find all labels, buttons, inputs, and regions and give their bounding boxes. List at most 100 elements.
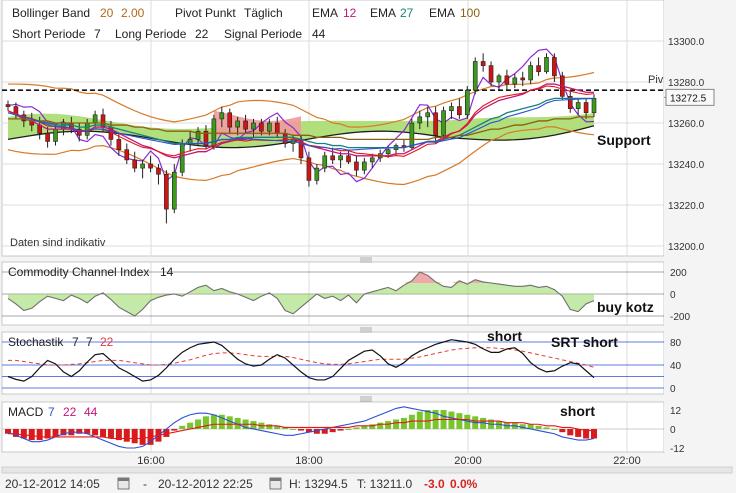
legend-long-value: 22 xyxy=(195,27,209,41)
macd-histogram-bar xyxy=(377,422,384,429)
candle-body xyxy=(219,112,225,120)
stoch-tick-label: 40 xyxy=(670,361,682,372)
indicative-note: Daten sind indikativ xyxy=(10,237,106,249)
candle-body xyxy=(480,61,486,66)
candle-body xyxy=(259,122,264,132)
candle-body xyxy=(544,57,549,73)
macd-histogram-bar xyxy=(400,417,407,429)
cci-tick-label: -200 xyxy=(670,312,690,323)
panel-resize-handle[interactable] xyxy=(360,396,372,402)
candle-body xyxy=(282,132,288,144)
candle-body xyxy=(251,122,256,130)
candle-body xyxy=(409,122,415,148)
stoch-panel-p2: 7 xyxy=(86,335,93,349)
candle-body xyxy=(536,65,541,73)
candle-body xyxy=(346,155,351,163)
macd-histogram-bar xyxy=(171,429,178,431)
macd-tick-label: 0 xyxy=(670,425,676,436)
candle-body xyxy=(488,65,494,83)
candle-body xyxy=(552,57,557,77)
candle-body xyxy=(441,110,446,136)
candle-body xyxy=(591,98,597,114)
legend-signal-label: Signal Periode xyxy=(224,27,302,41)
candle-body xyxy=(512,77,518,85)
macd-histogram-bar xyxy=(139,429,146,445)
candle-body xyxy=(314,167,320,181)
cci-panel-param: 14 xyxy=(160,265,174,279)
legend-ema27-value: 27 xyxy=(400,6,414,20)
candle-body xyxy=(61,122,66,130)
candle-body xyxy=(124,149,130,161)
last-price-label: 13272.5 xyxy=(670,93,707,104)
candle-body xyxy=(179,143,185,173)
candle-body xyxy=(472,61,478,91)
calendar-header xyxy=(270,478,281,481)
stoch-tick-label: 80 xyxy=(670,338,682,349)
calendar-to-icon[interactable] xyxy=(269,477,282,490)
macd-histogram-bar xyxy=(266,424,273,429)
time-scrollbar[interactable] xyxy=(1,466,733,474)
macd-panel-p2: 22 xyxy=(63,405,77,419)
candle-body xyxy=(338,155,343,161)
time-tick-label: 20:00 xyxy=(454,455,482,467)
short-annotation-macd: short xyxy=(560,403,595,419)
legend-ema100-value: 100 xyxy=(460,6,480,20)
macd-tick-label: 12 xyxy=(670,406,682,417)
candle-body xyxy=(575,102,581,109)
macd-histogram-bar xyxy=(424,410,431,429)
candle-body xyxy=(227,112,233,128)
macd-panel-title: MACD xyxy=(8,405,44,419)
calendar-from-icon[interactable] xyxy=(117,477,130,490)
footer-high: H: 13294.5 xyxy=(289,477,348,491)
legend-short-value: 7 xyxy=(94,27,101,41)
time-tick-label: 16:00 xyxy=(137,455,165,467)
macd-tick-label: -12 xyxy=(670,444,685,455)
candle-body xyxy=(322,155,328,169)
footer-change-pct: 0.0% xyxy=(450,477,478,491)
candle-body xyxy=(267,122,272,132)
candle-body xyxy=(520,77,526,81)
candle-body xyxy=(385,149,391,155)
price-tick-label: 13300.0 xyxy=(668,37,705,48)
chart-window: 16:00 18:00 20:00 22:00 13300.0 13280.0 13260.… xyxy=(0,0,736,493)
candle-body xyxy=(425,112,431,118)
macd-panel-p1: 7 xyxy=(48,405,55,419)
candle-body xyxy=(116,139,122,150)
candle-body xyxy=(457,106,462,116)
price-tick-label: 13260.0 xyxy=(668,119,705,130)
macd-histogram-bar xyxy=(337,429,344,431)
candle-body xyxy=(496,75,502,83)
macd-histogram-bar xyxy=(353,427,360,429)
price-tick-label: 13240.0 xyxy=(668,160,705,171)
macd-histogram-bar xyxy=(210,414,217,429)
candle-body xyxy=(528,65,533,81)
legend-ema27-label: EMA xyxy=(370,6,396,20)
macd-histogram-bar xyxy=(393,419,400,429)
price-tick-label: 13220.0 xyxy=(668,201,705,212)
macd-histogram-bar xyxy=(329,429,336,433)
macd-histogram-bar xyxy=(456,413,463,429)
calendar-header xyxy=(118,478,129,481)
candle-body xyxy=(362,161,367,171)
candle-body xyxy=(164,173,169,210)
macd-histogram-bar xyxy=(226,416,233,429)
panel-resize-handle[interactable] xyxy=(360,257,372,263)
legend-bollinger-dev: 2.00 xyxy=(121,6,145,20)
candle-body xyxy=(464,89,470,116)
candle-body xyxy=(84,122,90,136)
stoch-panel-title: Stochastik xyxy=(8,335,64,349)
legend-bollinger-label: Bollinger Band xyxy=(12,6,90,20)
srt-short-annotation: SRT short xyxy=(551,334,618,350)
macd-histogram-bar xyxy=(92,429,99,436)
panel-resize-handle[interactable] xyxy=(360,327,372,333)
candle-body xyxy=(5,104,11,107)
chart-canvas: 16:00 18:00 20:00 22:00 13300.0 13280.0 13260.… xyxy=(1,0,736,491)
price-tick-label: 13200.0 xyxy=(668,242,705,253)
date-dash: - xyxy=(143,477,147,491)
legend-ema100-label: EMA xyxy=(429,6,455,20)
footer-low: T: 13211.0 xyxy=(357,477,412,491)
macd-histogram-bar xyxy=(100,429,107,437)
legend-bollinger-period: 20 xyxy=(100,6,114,20)
candle-body xyxy=(504,75,510,85)
legend-pivot-value: Täglich xyxy=(244,6,283,20)
